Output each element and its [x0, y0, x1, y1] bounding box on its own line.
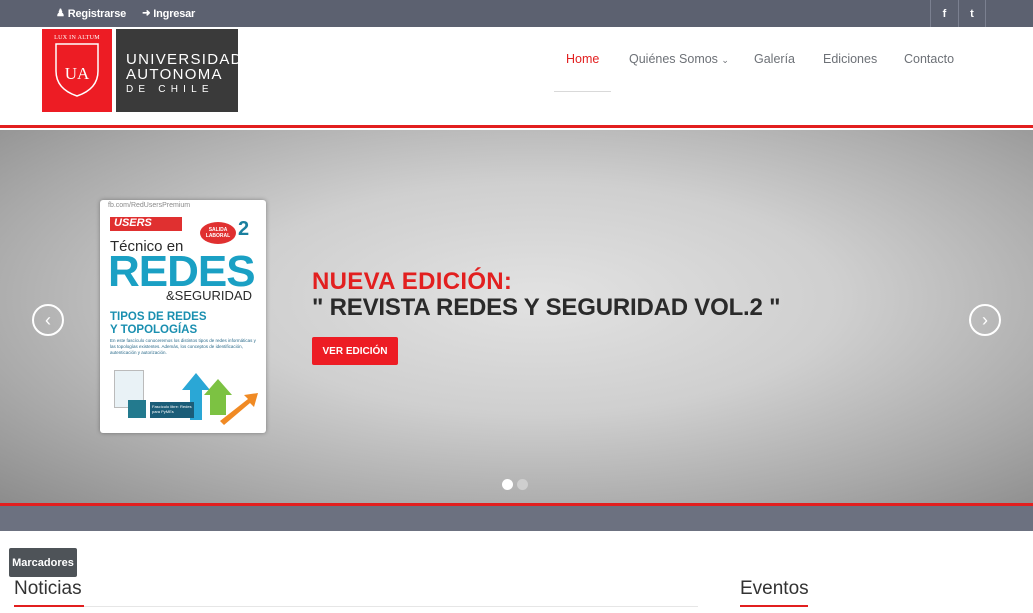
sign-in-icon: ➜ [142, 8, 151, 19]
noticias-underline [14, 605, 84, 607]
site-header: LUX IN ALTUM UA UNIVERSIDAD AUTONOMA DE … [0, 27, 1033, 128]
top-bar: ♟ Registrarse ➜ Ingresar f t [0, 0, 1033, 27]
ver-edicion-button[interactable]: VER EDICIÓN [312, 337, 398, 365]
magazine-tipos: TIPOS DE REDES Y TOPOLOGÍAS [110, 311, 207, 337]
magazine-seguridad: &SEGURIDAD [166, 288, 252, 303]
magazine-description: En este fascículo conoceremos los distin… [110, 338, 256, 355]
nav-quienes-somos-label: Quiénes Somos [629, 52, 718, 66]
logo-line-2: AUTONOMA [126, 66, 223, 83]
magazine-number: 2 [238, 218, 250, 240]
magazine-box-graphic [128, 400, 146, 418]
slide-title: NUEVA EDICIÓN: [312, 268, 513, 295]
logo-line-3: DE CHILE [126, 84, 214, 95]
noticias-heading: Noticias [14, 578, 82, 599]
carousel-indicators [502, 479, 528, 490]
twitter-glyph: t [970, 7, 974, 20]
carousel-next-button[interactable]: › [969, 304, 1001, 336]
logo-wordmark[interactable]: UNIVERSIDAD AUTONOMA DE CHILE [116, 29, 242, 112]
login-link[interactable]: ➜ Ingresar [142, 8, 195, 20]
nav-ediciones[interactable]: Ediciones [823, 52, 877, 66]
carousel-dot-1[interactable] [502, 479, 513, 490]
magazine-badge: SALIDA LABORAL [200, 222, 236, 244]
facebook-glyph: f [942, 7, 947, 20]
nav-quienes-somos[interactable]: Quiénes Somos ⌄ [629, 52, 729, 66]
marcadores-button[interactable]: Marcadores [9, 548, 77, 577]
magazine-cover[interactable]: fb.com/RedUsersPremium USERS SALIDA LABO… [100, 200, 266, 433]
magazine-brand: USERS [110, 217, 182, 231]
nav-home[interactable]: Home [566, 52, 599, 66]
magazine-top-text: fb.com/RedUsersPremium [108, 202, 191, 209]
account-links: ♟ Registrarse ➜ Ingresar [56, 0, 195, 27]
eventos-heading: Eventos [740, 578, 809, 599]
grey-band [0, 506, 1033, 531]
noticias-rule [14, 606, 698, 607]
magazine-tipos-line1: TIPOS DE REDES [110, 311, 207, 323]
nav-active-indicator [554, 91, 611, 92]
eventos-underline [740, 605, 808, 607]
chevron-left-icon: ‹ [45, 309, 51, 330]
carousel-dot-2[interactable] [517, 479, 528, 490]
nav-contacto[interactable]: Contacto [904, 52, 954, 66]
twitter-icon[interactable]: t [958, 0, 986, 27]
slide-subtitle: " REVISTA REDES Y SEGURIDAD VOL.2 " [312, 294, 781, 321]
carousel-prev-button[interactable]: ‹ [32, 304, 64, 336]
nav-galeria[interactable]: Galería [754, 52, 795, 66]
magazine-tipos-line2: Y TOPOLOGÍAS [110, 324, 198, 336]
facebook-icon[interactable]: f [930, 0, 958, 27]
register-link[interactable]: ♟ Registrarse [56, 8, 126, 20]
magazine-caption: Fascículo libre: Redes para PyMEs [150, 402, 194, 418]
login-label: Ingresar [153, 7, 196, 20]
user-icon: ♟ [56, 8, 65, 19]
logo-initials: UA [64, 64, 90, 83]
logo-emblem[interactable]: LUX IN ALTUM UA [42, 29, 112, 112]
chevron-right-icon: › [982, 309, 988, 330]
chevron-down-icon: ⌄ [721, 55, 729, 65]
register-label: Registrarse [67, 7, 127, 20]
